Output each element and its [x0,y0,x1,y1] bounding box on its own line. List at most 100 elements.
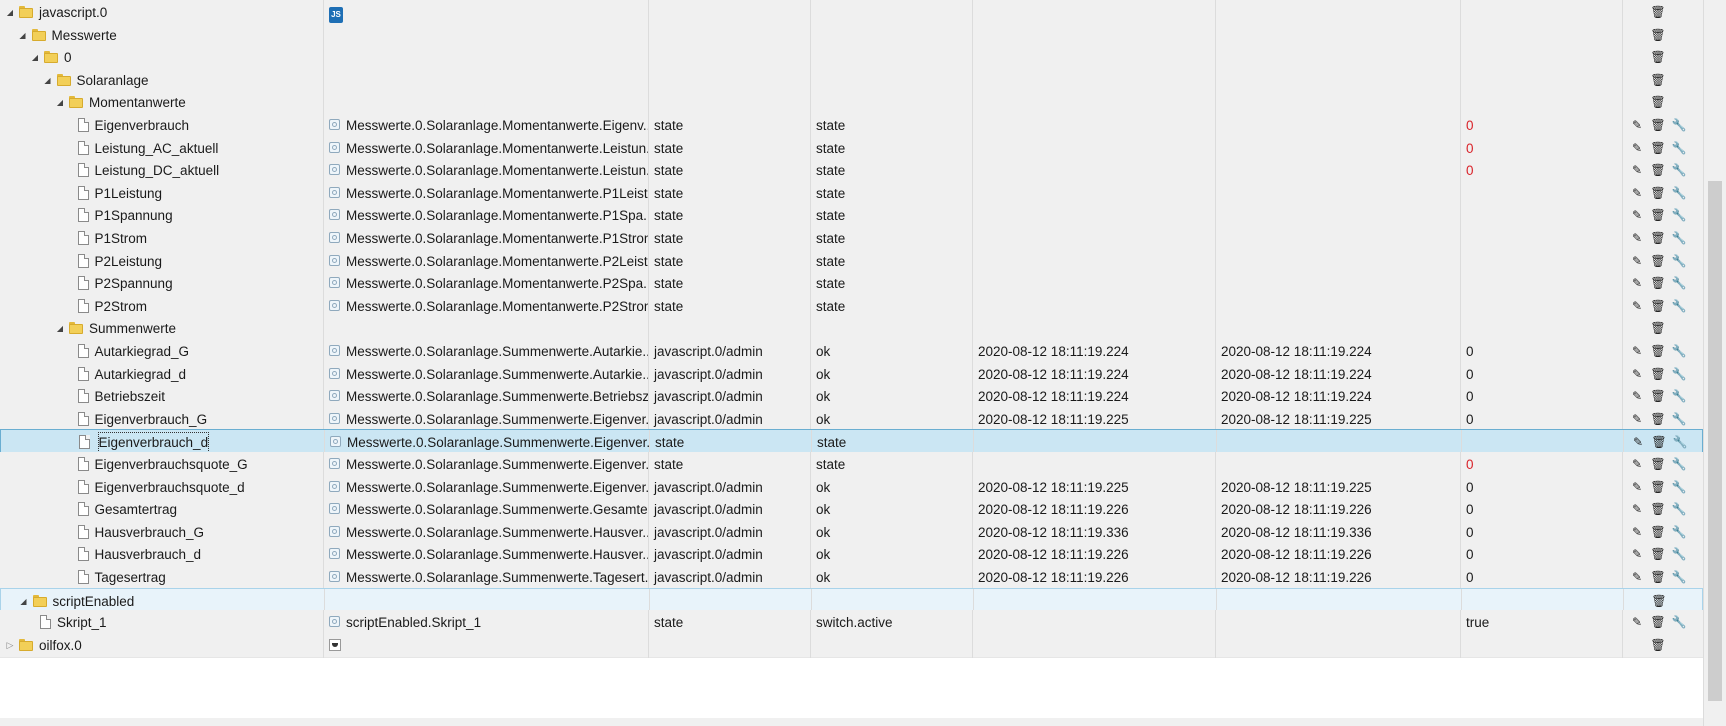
tree-folder-row[interactable]: ◢ Momentanwerte 🗑 [0,90,1703,115]
tree-state-row[interactable]: Eigenverbrauchsquote_G Messwerte.0.Solara… [0,452,1703,477]
tree-state-row[interactable]: Skript_1 scriptEnabled.Skript_1 state switc… [0,610,1703,635]
value-cell[interactable]: 0 [1460,339,1622,364]
object-name[interactable]: Hausverbrauch_d [95,542,202,567]
wrench-icon[interactable]: 🔧 [1671,275,1687,291]
trash-icon[interactable]: 🗑 [1650,117,1666,133]
value-cell[interactable] [1460,203,1622,228]
object-name[interactable]: Gesamtertrag [95,497,178,522]
wrench-icon[interactable]: 🔧 [1671,140,1687,156]
value-cell[interactable] [1460,226,1622,251]
wrench-icon[interactable]: 🔧 [1671,117,1687,133]
trash-icon[interactable]: 🗑 [1650,27,1666,43]
tree-folder-row[interactable]: ▷ oilfox.0 🗑 [0,633,1703,658]
object-name[interactable]: Tagesertrag [95,565,166,590]
value-cell[interactable]: 0 [1460,565,1622,590]
pencil-icon[interactable]: ✎ [1629,546,1645,562]
trash-icon[interactable]: 🗑 [1650,140,1666,156]
wrench-icon[interactable]: 🔧 [1671,546,1687,562]
wrench-icon[interactable]: 🔧 [1672,434,1688,450]
trash-icon[interactable]: 🗑 [1651,593,1667,609]
trash-icon[interactable]: 🗑 [1650,637,1666,653]
wrench-icon[interactable]: 🔧 [1671,411,1687,427]
object-name[interactable]: Momentanwerte [89,90,186,115]
horizontal-scrollbar[interactable] [0,718,1703,726]
pencil-icon[interactable]: ✎ [1629,162,1645,178]
collapse-icon[interactable]: ◢ [30,45,40,70]
pencil-icon[interactable]: ✎ [1629,117,1645,133]
expand-icon[interactable]: ▷ [5,633,15,658]
object-name[interactable]: Summenwerte [89,316,176,341]
value-cell[interactable] [1460,45,1622,70]
trash-icon[interactable]: 🗑 [1650,94,1666,110]
trash-icon[interactable]: 🗑 [1651,434,1667,450]
pencil-icon[interactable]: ✎ [1629,230,1645,246]
object-name[interactable]: P1Spannung [95,203,173,228]
value-cell[interactable] [1460,316,1622,341]
pencil-icon[interactable]: ✎ [1629,569,1645,585]
tree-state-row[interactable]: P1Strom Messwerte.0.Solaranlage.Momentanw… [0,226,1703,251]
trash-icon[interactable]: 🗑 [1650,366,1666,382]
pencil-icon[interactable]: ✎ [1629,501,1645,517]
trash-icon[interactable]: 🗑 [1650,569,1666,585]
value-cell[interactable] [1460,271,1622,296]
tree-state-row[interactable]: Betriebszeit Messwerte.0.Solaranlage.Summ… [0,384,1703,409]
trash-icon[interactable]: 🗑 [1650,614,1666,630]
wrench-icon[interactable]: 🔧 [1671,388,1687,404]
pencil-icon[interactable]: ✎ [1629,524,1645,540]
vertical-scrollbar[interactable] [1703,0,1726,726]
pencil-icon[interactable]: ✎ [1629,185,1645,201]
wrench-icon[interactable]: 🔧 [1671,479,1687,495]
pencil-icon[interactable]: ✎ [1629,298,1645,314]
object-name[interactable]: 0 [64,45,72,70]
wrench-icon[interactable]: 🔧 [1671,366,1687,382]
pencil-icon[interactable]: ✎ [1629,275,1645,291]
trash-icon[interactable]: 🗑 [1650,501,1666,517]
trash-icon[interactable]: 🗑 [1650,411,1666,427]
tree-state-row[interactable]: Hausverbrauch_d Messwerte.0.Solaranlage.S… [0,542,1703,567]
object-name[interactable]: Eigenverbrauch [95,113,190,138]
trash-icon[interactable]: 🗑 [1650,72,1666,88]
trash-icon[interactable]: 🗑 [1650,479,1666,495]
pencil-icon[interactable]: ✎ [1629,456,1645,472]
trash-icon[interactable]: 🗑 [1650,230,1666,246]
object-name[interactable]: P1Strom [95,226,148,251]
collapse-icon[interactable]: ◢ [55,90,65,115]
object-name[interactable]: oilfox.0 [39,633,82,658]
pencil-icon[interactable]: ✎ [1629,140,1645,156]
trash-icon[interactable]: 🗑 [1650,207,1666,223]
wrench-icon[interactable]: 🔧 [1671,343,1687,359]
pencil-icon[interactable]: ✎ [1629,253,1645,269]
wrench-icon[interactable]: 🔧 [1671,614,1687,630]
tree-state-row[interactable]: Eigenverbrauch Messwerte.0.Solaranlage.Mo… [0,113,1703,138]
trash-icon[interactable]: 🗑 [1650,49,1666,65]
object-name[interactable]: javascript.0 [39,0,107,25]
wrench-icon[interactable]: 🔧 [1671,569,1687,585]
tree-folder-row[interactable]: ◢ 0 🗑 [0,45,1703,70]
pencil-icon[interactable]: ✎ [1629,366,1645,382]
scrollbar-thumb[interactable] [1708,181,1722,701]
value-cell[interactable]: true [1460,610,1622,635]
tree-folder-row[interactable]: ◢ javascript.0 JS 🗑 [0,0,1703,25]
collapse-icon[interactable]: ◢ [55,316,65,341]
collapse-icon[interactable]: ◢ [5,0,15,25]
trash-icon[interactable]: 🗑 [1650,456,1666,472]
trash-icon[interactable]: 🗑 [1650,320,1666,336]
pencil-icon[interactable]: ✎ [1629,388,1645,404]
pencil-icon[interactable]: ✎ [1629,479,1645,495]
trash-icon[interactable]: 🗑 [1650,343,1666,359]
wrench-icon[interactable]: 🔧 [1671,253,1687,269]
value-cell[interactable] [1460,0,1622,25]
wrench-icon[interactable]: 🔧 [1671,207,1687,223]
object-name[interactable]: Eigenverbrauchsquote_G [95,452,248,477]
wrench-icon[interactable]: 🔧 [1671,456,1687,472]
pencil-icon[interactable]: ✎ [1629,207,1645,223]
wrench-icon[interactable]: 🔧 [1671,524,1687,540]
trash-icon[interactable]: 🗑 [1650,162,1666,178]
tree-state-row[interactable]: Gesamtertrag Messwerte.0.Solaranlage.Summ… [0,497,1703,522]
value-cell[interactable]: 0 [1460,158,1622,183]
value-cell[interactable] [1460,633,1622,658]
value-cell[interactable]: 0 [1460,497,1622,522]
object-name[interactable]: Skript_1 [57,610,107,635]
trash-icon[interactable]: 🗑 [1650,524,1666,540]
tree-state-row[interactable]: Autarkiegrad_G Messwerte.0.Solaranlage.Su… [0,339,1703,364]
